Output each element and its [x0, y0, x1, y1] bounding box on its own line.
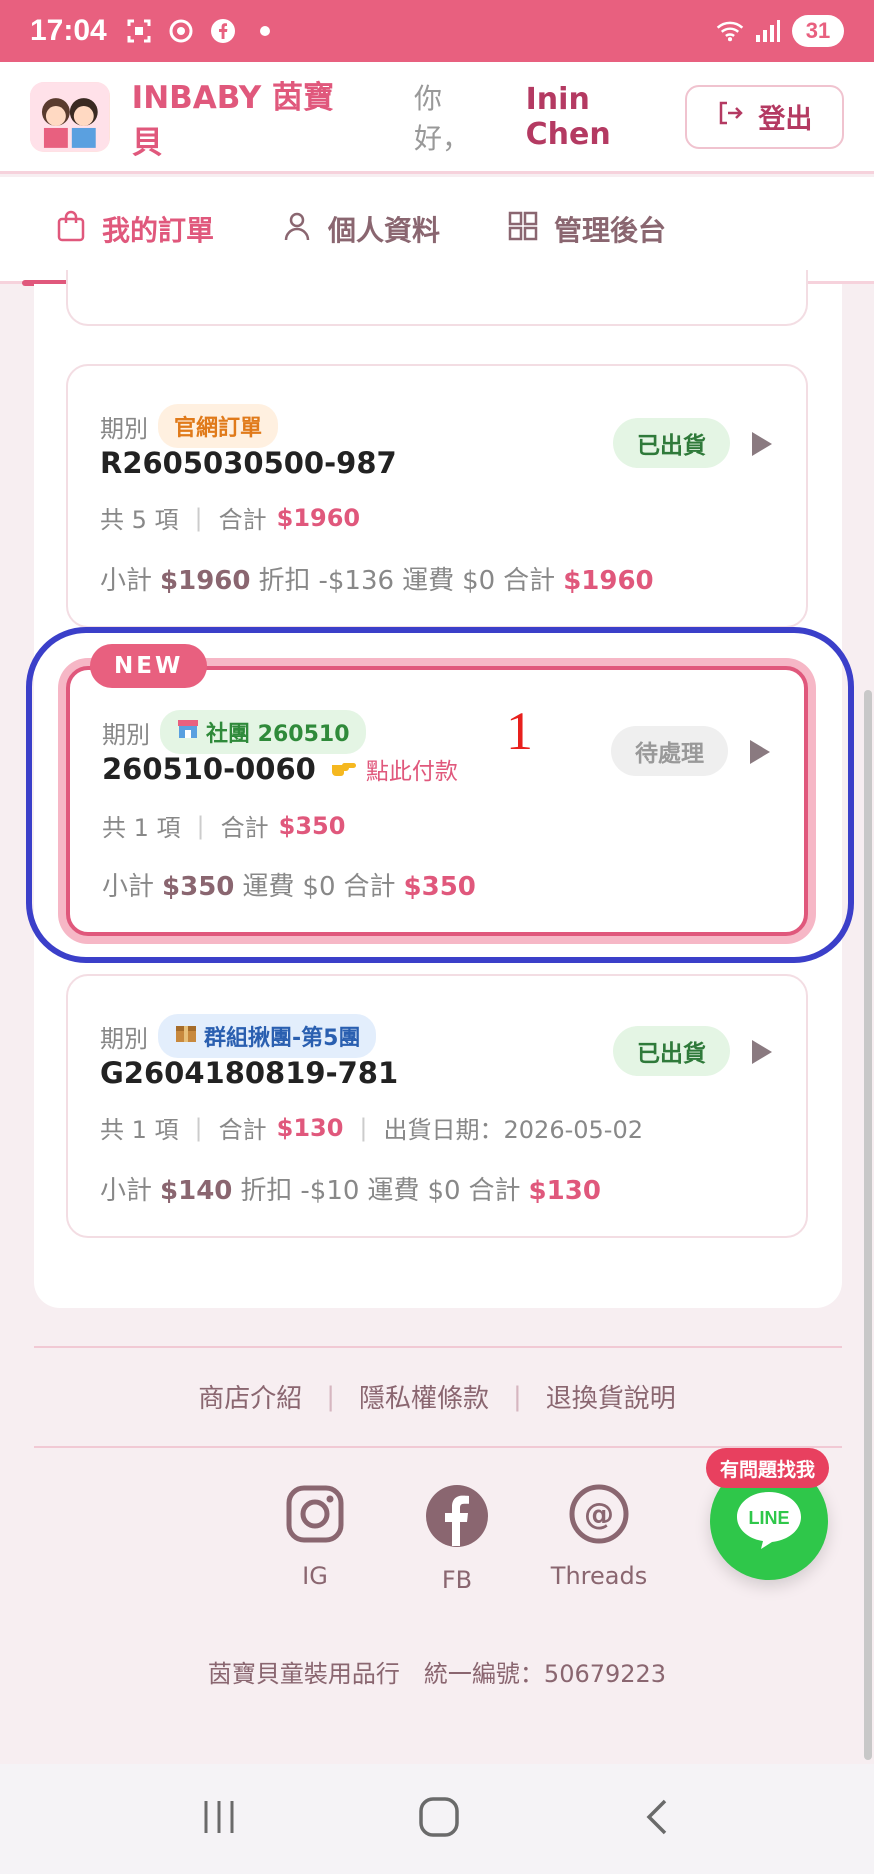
scrollbar[interactable]	[864, 690, 872, 1760]
bag-icon	[56, 210, 86, 249]
user-icon	[282, 210, 312, 249]
battery-level: 31	[792, 15, 844, 47]
order-card[interactable]: 期別 官網訂單 R2605030500-987 共 5 項 | 合計 $1960…	[66, 364, 808, 628]
discount-amount: -$136	[318, 566, 395, 596]
svg-text:@: @	[584, 1497, 614, 1532]
brand-logo[interactable]	[30, 81, 110, 152]
tab-label: 我的訂單	[102, 214, 215, 247]
vpn-icon	[167, 17, 195, 45]
ship-date: 出貨日期：2026-05-02	[383, 1116, 643, 1144]
divider: |	[194, 1113, 203, 1142]
shipping-amount: $0	[427, 1176, 461, 1206]
grand-total-label: 合計	[468, 1176, 521, 1206]
footer-link-privacy[interactable]: 隱私權條款	[359, 1378, 489, 1415]
tab-label: 個人資料	[328, 214, 441, 247]
social-fb[interactable]: FB	[412, 1484, 502, 1594]
facebook-icon	[425, 1484, 489, 1552]
total-amount: $130	[276, 1113, 344, 1142]
logout-icon	[716, 99, 744, 134]
total-amount: $1960	[276, 503, 361, 532]
shipping-label: 運費	[367, 1176, 420, 1206]
dot-icon	[251, 17, 279, 45]
signal-icon	[754, 17, 782, 45]
shipping-label: 運費	[402, 566, 455, 596]
social-links: IG FB @ Threads	[270, 1484, 648, 1594]
package-icon	[174, 1022, 198, 1050]
tab-bar: 我的訂單 個人資料 管理後台	[0, 176, 874, 286]
home-button[interactable]	[417, 1795, 461, 1843]
threads-icon: @	[569, 1484, 629, 1548]
grand-total-amount: $130	[528, 1176, 601, 1206]
grand-total-amount: $1960	[563, 566, 654, 596]
username: Inin Chen	[525, 81, 611, 152]
app-header: INBABY 茵寶貝 你好， Inin Chen 登出	[0, 62, 874, 174]
help-tooltip[interactable]: 有問題找我	[706, 1448, 830, 1488]
social-ig[interactable]: IG	[270, 1484, 360, 1594]
order-number: R2605030500-987	[100, 446, 397, 480]
item-count: 共 1 項	[100, 1116, 179, 1144]
divider: |	[326, 1381, 335, 1412]
discount-amount: -$10	[300, 1176, 360, 1206]
social-label: Threads	[550, 1562, 648, 1590]
period-label: 期別	[100, 414, 148, 443]
tab-admin[interactable]: 管理後台	[474, 176, 700, 283]
status-badge: 已出貨	[613, 418, 730, 468]
status-time: 17:04	[30, 14, 107, 47]
expand-arrow-icon[interactable]	[752, 1040, 772, 1064]
badge-label: 群組揪團-第5團	[204, 1026, 361, 1051]
annotation-number: 1	[506, 701, 533, 761]
instagram-icon	[285, 1484, 345, 1548]
item-count: 共 5 項	[100, 506, 179, 534]
period-label: 期別	[100, 1024, 148, 1053]
divider: |	[513, 1381, 522, 1412]
subtotal-amount: $1960	[160, 566, 251, 596]
order-number: G2604180819-781	[100, 1056, 399, 1090]
total-label: 合計	[218, 506, 267, 534]
grid-icon	[508, 211, 538, 248]
recent-apps-button[interactable]	[199, 1797, 239, 1841]
discount-label: 折扣	[240, 1176, 293, 1206]
divider: |	[194, 503, 203, 532]
facebook-notification-icon	[209, 17, 237, 45]
footer-link-about[interactable]: 商店介紹	[198, 1378, 302, 1415]
divider: |	[359, 1113, 368, 1142]
footer-links: 商店介紹 | 隱私權條款 | 退換貨說明	[0, 1378, 874, 1415]
footer-divider	[34, 1346, 842, 1348]
company-info: 茵寶貝童裝用品行 統一編號：50679223	[207, 1660, 667, 1688]
back-button[interactable]	[639, 1797, 675, 1841]
brand-name: INBABY 茵寶貝	[131, 79, 334, 161]
shipping-amount: $0	[462, 566, 496, 596]
social-label: FB	[441, 1566, 473, 1594]
social-threads[interactable]: @ Threads	[550, 1484, 648, 1594]
footer-link-returns[interactable]: 退換貨說明	[546, 1378, 676, 1415]
grand-total-label: 合計	[503, 566, 556, 596]
tab-label: 管理後台	[554, 214, 667, 247]
screenshot-icon	[125, 17, 153, 45]
subtotal-amount: $140	[160, 1176, 233, 1206]
subtotal-label: 小計	[100, 1176, 153, 1206]
tab-profile[interactable]: 個人資料	[248, 176, 474, 283]
logout-label: 登出	[758, 104, 813, 135]
tab-my-orders[interactable]: 我的訂單	[22, 176, 249, 286]
status-badge: 已出貨	[613, 1026, 730, 1076]
order-card[interactable]: 期別 群組揪團-第5團 G2604180819-781 共 1 項 | 合計 $…	[66, 974, 808, 1238]
subtotal-label: 小計	[100, 566, 153, 596]
order-type-badge: 群組揪團-第5團	[158, 1014, 377, 1058]
social-label: IG	[302, 1562, 328, 1590]
wifi-icon	[716, 17, 744, 45]
order-card-partial[interactable]	[66, 270, 808, 326]
total-label: 合計	[218, 1116, 267, 1144]
system-nav-bar	[0, 1764, 874, 1874]
order-type-badge: 官網訂單	[158, 404, 279, 448]
annotation-highlight-ring	[26, 627, 854, 963]
discount-label: 折扣	[258, 566, 311, 596]
expand-arrow-icon[interactable]	[752, 432, 772, 456]
greeting-text: 你好，	[413, 81, 470, 155]
line-label: LINE	[748, 1508, 790, 1528]
logout-button[interactable]: 登出	[684, 84, 844, 149]
status-bar: 17:04 31	[0, 0, 874, 62]
